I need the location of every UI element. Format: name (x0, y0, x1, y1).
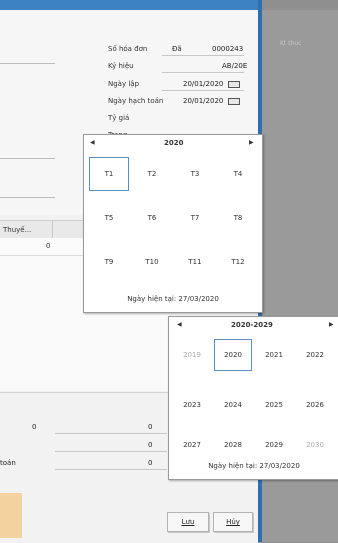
invoice-no-value[interactable]: 0000243 (212, 45, 243, 53)
year-cell[interactable]: 2019 (173, 339, 211, 371)
year-cell[interactable]: 2027 (173, 429, 211, 461)
date-label: Ngày lập (108, 80, 140, 88)
month-cell[interactable]: T2 (132, 157, 172, 191)
year-cell[interactable]: 2028 (214, 429, 252, 461)
month-picker-popup: ◀ 2020 ▶ T1 T2 T3 T4 T5 T6 T7 T8 T9 T10 … (83, 134, 263, 313)
month-cell[interactable]: T8 (218, 201, 258, 235)
panel-text: Kt thuc (280, 40, 302, 47)
field-underline (55, 433, 167, 434)
field-underline (0, 197, 55, 198)
invoice-no-button[interactable]: Đã (172, 45, 182, 53)
footer-value-3: 0 (148, 459, 153, 467)
grid-cell-value: 0 (46, 242, 51, 250)
month-cell[interactable]: T11 (175, 245, 215, 279)
symbol-label: Ký hiệu (108, 62, 134, 70)
month-cell[interactable]: T7 (175, 201, 215, 235)
field-underline (162, 90, 244, 91)
date-input[interactable]: 20/01/2020 (183, 80, 223, 88)
month-cell[interactable]: T12 (218, 245, 258, 279)
year-cell[interactable]: 2026 (296, 389, 334, 421)
picker-decade[interactable]: 2020-2029 (231, 317, 273, 333)
prev-decade-arrow[interactable]: ◀ (177, 317, 182, 333)
month-cell[interactable]: T3 (175, 157, 215, 191)
calendar-icon[interactable] (228, 81, 240, 88)
year-cell[interactable]: 2025 (255, 389, 293, 421)
field-underline (55, 469, 167, 470)
month-cell[interactable]: T10 (132, 245, 172, 279)
accounting-date-label: Ngày hạch toán (108, 97, 164, 105)
field-underline (162, 55, 244, 56)
year-picker-popup: ◀ 2020-2029 ▶ 2019 2020 2021 2022 2023 2… (168, 316, 338, 480)
next-year-arrow[interactable]: ▶ (249, 135, 254, 151)
column-divider (52, 221, 53, 239)
accounting-date-input[interactable]: 20/01/2020 (183, 97, 223, 105)
cancel-button[interactable]: Hủy (213, 512, 253, 532)
next-decade-arrow[interactable]: ▶ (329, 317, 334, 333)
year-cell[interactable]: 2020 (214, 339, 252, 371)
exchange-rate-label: Tỷ giá (108, 114, 130, 122)
today-link[interactable]: Ngày hiện tại: 27/03/2020 (84, 295, 262, 303)
field-underline (55, 451, 167, 452)
today-link[interactable]: Ngày hiện tại: 27/03/2020 (169, 462, 338, 470)
field-underline (0, 158, 55, 159)
year-cell[interactable]: 2023 (173, 389, 211, 421)
year-cell[interactable]: 2024 (214, 389, 252, 421)
year-cell[interactable]: 2029 (255, 429, 293, 461)
calendar-icon[interactable] (228, 98, 240, 105)
orange-strip (0, 493, 22, 538)
month-cell[interactable]: T9 (89, 245, 129, 279)
footer-amount: 0 (32, 423, 37, 431)
year-cell[interactable]: 2022 (296, 339, 334, 371)
year-cell[interactable]: 2030 (296, 429, 334, 461)
footer-value-1: 0 (148, 423, 153, 431)
total-label: toán (0, 459, 16, 467)
invoice-no-label: Số hóa đơn (108, 45, 148, 53)
field-underline (162, 72, 244, 73)
save-button[interactable]: Lưu (167, 512, 209, 532)
field-underline (0, 63, 55, 64)
month-cell[interactable]: T4 (218, 157, 258, 191)
year-cell[interactable]: 2021 (255, 339, 293, 371)
title-bar (0, 0, 262, 10)
footer-value-2: 0 (148, 441, 153, 449)
month-cell[interactable]: T1 (89, 157, 129, 191)
prev-year-arrow[interactable]: ◀ (90, 135, 95, 151)
symbol-input[interactable]: AB/20E (222, 62, 247, 70)
month-cell[interactable]: T6 (132, 201, 172, 235)
picker-year[interactable]: 2020 (164, 135, 183, 151)
grid-col-tax[interactable]: Thuyế... (3, 226, 31, 234)
month-cell[interactable]: T5 (89, 201, 129, 235)
